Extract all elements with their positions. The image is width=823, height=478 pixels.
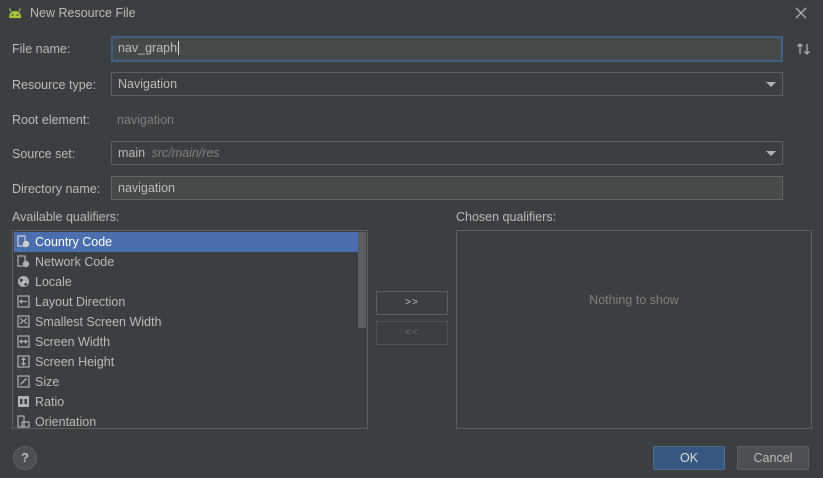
help-button[interactable]: ?: [13, 446, 37, 470]
directory-name-label: Directory name:: [12, 182, 101, 196]
orientation-icon: [17, 415, 30, 428]
resource-type-label: Resource type:: [12, 78, 97, 92]
new-resource-file-dialog: New Resource File File name: nav_graph R…: [0, 0, 823, 478]
title-bar: New Resource File: [0, 0, 823, 27]
sort-icon[interactable]: [796, 42, 812, 56]
list-item-screen-height[interactable]: Screen Height: [14, 352, 359, 372]
cancel-button[interactable]: Cancel: [737, 446, 809, 470]
list-item-ratio[interactable]: Ratio: [14, 392, 359, 412]
layout-direction-icon: [17, 295, 30, 308]
list-item-screen-width[interactable]: Screen Width: [14, 332, 359, 352]
text-caret: [178, 41, 180, 55]
list-item-layout-direction[interactable]: Layout Direction: [14, 292, 359, 312]
resource-type-value: Navigation: [118, 77, 178, 91]
file-name-label: File name:: [12, 42, 71, 56]
chosen-qualifiers-list[interactable]: Nothing to show: [456, 230, 812, 429]
file-name-input[interactable]: nav_graph: [111, 36, 783, 62]
chosen-qualifiers-label: Chosen qualifiers:: [456, 210, 557, 224]
smallest-width-icon: [17, 315, 30, 328]
add-qualifier-button[interactable]: >>: [376, 291, 448, 315]
source-set-path: src/main/res: [151, 146, 220, 160]
available-qualifiers-label: Available qualifiers:: [12, 210, 120, 224]
chevron-down-icon: [766, 151, 776, 156]
resource-type-dropdown[interactable]: Navigation: [111, 72, 783, 96]
source-set-label: Source set:: [12, 147, 76, 161]
source-set-value: main: [118, 146, 146, 160]
size-icon: [17, 375, 30, 388]
root-element-value: navigation: [117, 113, 174, 127]
network-code-icon: [17, 255, 30, 268]
globe-icon: [18, 276, 29, 287]
file-name-value: nav_graph: [118, 41, 178, 55]
ok-button[interactable]: OK: [653, 446, 725, 470]
screen-width-icon: [17, 335, 30, 348]
remove-qualifier-button[interactable]: <<: [376, 321, 448, 345]
window-title: New Resource File: [30, 6, 136, 20]
list-item-orientation[interactable]: Orientation: [14, 412, 359, 428]
close-icon[interactable]: [793, 5, 809, 21]
ratio-icon: [18, 396, 29, 407]
chevron-down-icon: [766, 82, 776, 87]
list-item-smallest-screen-width[interactable]: Smallest Screen Width: [14, 312, 359, 332]
directory-name-value: navigation: [118, 181, 175, 195]
list-item-size[interactable]: Size: [14, 372, 359, 392]
country-code-icon: [17, 235, 30, 248]
root-element-label: Root element:: [12, 113, 90, 127]
empty-state-text: Nothing to show: [589, 293, 679, 307]
screen-height-icon: [17, 355, 30, 368]
android-icon: [8, 8, 22, 18]
list-item-network-code[interactable]: Network Code: [14, 252, 359, 272]
available-qualifiers-list[interactable]: Country Code Network Code Locale Layout …: [12, 230, 368, 429]
list-item-locale[interactable]: Locale: [14, 272, 359, 292]
source-set-dropdown[interactable]: main src/main/res: [111, 141, 783, 165]
directory-name-input[interactable]: navigation: [111, 176, 783, 200]
list-item-country-code[interactable]: Country Code: [14, 232, 359, 252]
scrollbar-thumb[interactable]: [358, 232, 366, 328]
